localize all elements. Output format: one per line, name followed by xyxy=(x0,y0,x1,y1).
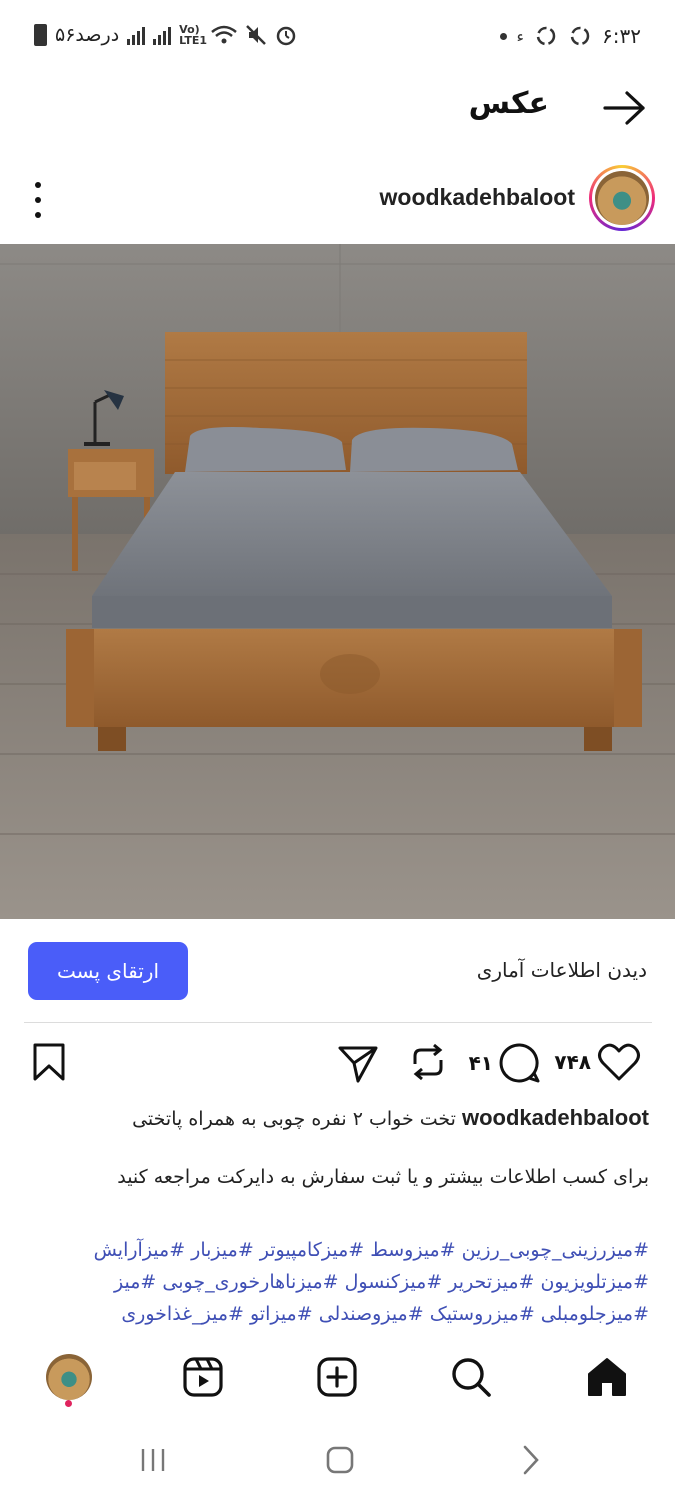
signal-icon xyxy=(127,25,146,45)
clock: ۶:۳۲ xyxy=(602,24,641,48)
reels-icon xyxy=(183,1357,223,1397)
comment-icon xyxy=(499,1043,540,1083)
network-label: Vo) LTE1 xyxy=(179,23,208,47)
home-icon xyxy=(588,1358,626,1396)
recent-apps-icon[interactable] xyxy=(136,1440,170,1480)
notification-dot xyxy=(65,1400,72,1407)
like-button[interactable]: ۷۴۸ xyxy=(554,1042,641,1082)
insights-row: ارتقای پست دیدن اطلاعات آماری xyxy=(0,940,675,1002)
repost-button[interactable] xyxy=(409,1042,447,1082)
post-image[interactable] xyxy=(0,244,675,919)
caption-text: تخت خواب ۲ نفره چوبی به همراه پاتختی xyxy=(132,1108,462,1130)
status-bar: ۵۶درصد Vo) LTE1 ۶:۳۲ ء xyxy=(0,0,675,72)
back-arrow-icon[interactable] xyxy=(603,88,647,128)
author-username[interactable]: woodkadehbaloot xyxy=(380,184,576,211)
share-button[interactable] xyxy=(337,1042,379,1084)
bed-photo xyxy=(0,244,675,919)
divider xyxy=(24,1022,652,1023)
comment-button[interactable]: ۴۱ xyxy=(469,1042,541,1084)
status-left: ۵۶درصد Vo) LTE1 xyxy=(34,24,297,46)
mute-icon xyxy=(246,25,267,45)
hashtag-line[interactable]: #میزجلومبلی #میزروستیک #میزوصندلی #میزات… xyxy=(19,1298,649,1330)
battery-level: ۵۶درصد xyxy=(55,24,120,46)
battery-icon xyxy=(34,24,47,46)
view-insights-link[interactable]: دیدن اطلاعات آماری xyxy=(477,958,647,982)
like-count: ۷۴۸ xyxy=(554,1050,591,1074)
nav-profile[interactable] xyxy=(44,1352,94,1402)
more-options-icon[interactable] xyxy=(28,182,48,218)
sync-icon-2 xyxy=(536,26,556,46)
caption-username[interactable]: woodkadehbaloot xyxy=(462,1105,649,1130)
repost-icon xyxy=(413,1043,443,1081)
nav-create[interactable] xyxy=(312,1352,362,1402)
bottom-nav xyxy=(0,1340,675,1420)
wifi-icon xyxy=(211,25,237,44)
signal-icon-2 xyxy=(153,25,172,45)
nav-search[interactable] xyxy=(446,1352,496,1402)
sync-icon xyxy=(570,26,590,46)
caption-line-2: برای کسب اطلاعات بیشتر و یا ثبت سفارش به… xyxy=(117,1166,649,1188)
save-button[interactable] xyxy=(32,1042,66,1082)
hashtag-line[interactable]: #میزتلویزیون #میزتحریر #میزکنسول #میزناه… xyxy=(19,1266,649,1298)
post-actions: ۷۴۸ ۴۱ xyxy=(0,1036,675,1092)
page-title: عکس xyxy=(468,86,549,121)
home-system-icon[interactable] xyxy=(322,1440,358,1480)
system-nav xyxy=(0,1420,675,1500)
heart-icon xyxy=(598,1043,640,1081)
avatar-image xyxy=(595,171,649,225)
alarm-icon xyxy=(276,26,296,46)
search-icon xyxy=(452,1358,491,1397)
dot-icon xyxy=(499,32,507,40)
send-icon xyxy=(338,1046,378,1083)
profile-avatar-icon xyxy=(46,1354,92,1400)
status-right: ۶:۳۲ ء xyxy=(499,24,641,48)
nav-reels[interactable] xyxy=(178,1352,228,1402)
bookmark-icon xyxy=(33,1043,65,1081)
boost-post-button[interactable]: ارتقای پست xyxy=(28,942,188,1000)
app-header: عکس xyxy=(0,72,675,142)
post-author-row: woodkadehbaloot xyxy=(0,160,675,240)
author-avatar[interactable] xyxy=(589,165,655,231)
hashtags[interactable]: #میزرزینی_چوبی_رزین #میزوسط #میزکامپیوتر… xyxy=(19,1234,649,1330)
post-caption: woodkadehbaloot تخت خواب ۲ نفره چوبی به … xyxy=(19,1102,649,1135)
comment-count: ۴۱ xyxy=(468,1051,493,1075)
nav-home[interactable] xyxy=(582,1352,632,1402)
hashtag-line[interactable]: #میزرزینی_چوبی_رزین #میزوسط #میزکامپیوتر… xyxy=(19,1234,649,1266)
notification-icon: ء xyxy=(516,26,525,46)
add-icon xyxy=(317,1357,357,1397)
back-system-icon[interactable] xyxy=(512,1440,548,1480)
